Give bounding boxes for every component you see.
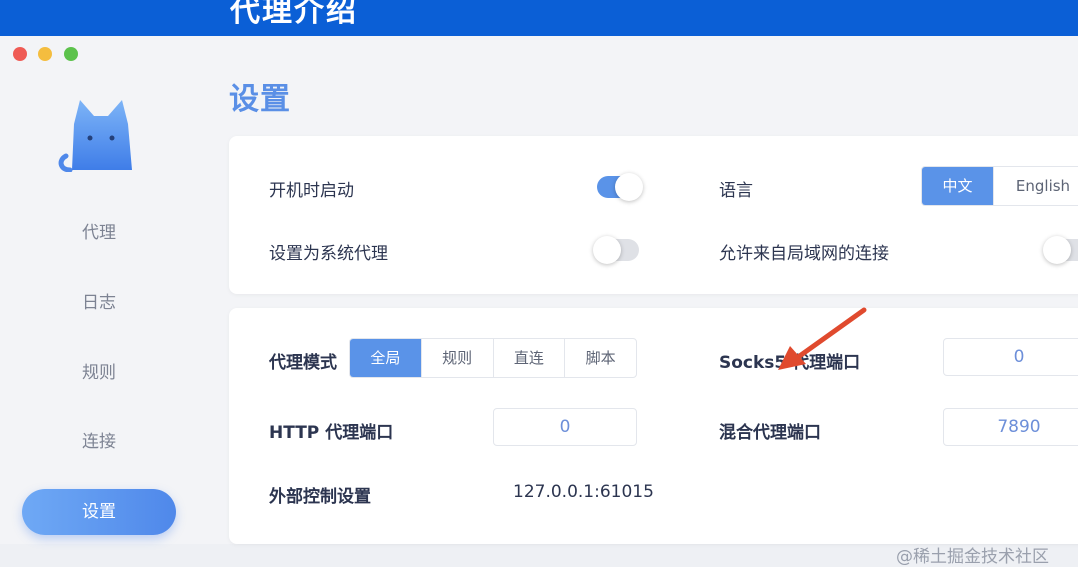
language-option-english[interactable]: English xyxy=(994,167,1078,205)
mixed-port-input[interactable]: 7890 xyxy=(943,408,1078,446)
proxy-mode-direct[interactable]: 直连 xyxy=(494,339,566,377)
language-selector: 中文 English xyxy=(921,166,1078,206)
toggle-knob xyxy=(593,236,621,264)
proxy-mode-selector: 全局 规则 直连 脚本 xyxy=(349,338,637,378)
page-title: 设置 xyxy=(229,82,291,117)
external-controller-label: 外部控制设置 xyxy=(269,487,371,507)
allow-lan-label: 允许来自局域网的连接 xyxy=(719,244,889,264)
toggle-knob xyxy=(1043,236,1071,264)
allow-lan-toggle[interactable] xyxy=(1043,236,1078,264)
top-banner: 代理介绍 xyxy=(0,0,1078,36)
proxy-settings-card: 代理模式 全局 规则 直连 脚本 Socks5 代理端口 0 HTTP 代理端口… xyxy=(229,308,1078,544)
cat-logo-icon xyxy=(58,100,132,172)
language-option-chinese[interactable]: 中文 xyxy=(922,167,994,205)
system-proxy-label: 设置为系统代理 xyxy=(269,244,388,264)
external-controller-value: 127.0.0.1:61015 xyxy=(513,482,654,502)
watermark: @稀土掘金技术社区 xyxy=(896,547,1049,567)
minimize-window-button[interactable] xyxy=(38,47,52,61)
language-label: 语言 xyxy=(719,181,753,201)
proxy-mode-rule[interactable]: 规则 xyxy=(422,339,494,377)
toggle-knob xyxy=(615,173,643,201)
red-arrow-icon xyxy=(778,307,867,370)
close-window-button[interactable] xyxy=(13,47,27,61)
http-port-input[interactable]: 0 xyxy=(493,408,637,446)
sidebar-item-settings[interactable]: 设置 xyxy=(22,489,176,535)
maximize-window-button[interactable] xyxy=(64,47,78,61)
sidebar-item-rules[interactable]: 规则 xyxy=(22,350,176,396)
banner-title: 代理介绍 xyxy=(230,0,358,29)
system-proxy-toggle[interactable] xyxy=(593,236,639,264)
mixed-port-label: 混合代理端口 xyxy=(719,423,821,443)
start-on-boot-label: 开机时启动 xyxy=(269,181,354,201)
sidebar-item-connections[interactable]: 连接 xyxy=(22,419,176,465)
http-port-label: HTTP 代理端口 xyxy=(269,423,394,443)
proxy-mode-label: 代理模式 xyxy=(269,353,337,373)
app-window: 代理 日志 规则 连接 设置 设置 开机时启动 设置为系统代理 语言 中文 En… xyxy=(0,36,1078,567)
sidebar-item-proxy[interactable]: 代理 xyxy=(22,210,176,256)
socks5-port-input[interactable]: 0 xyxy=(943,338,1078,376)
general-settings-card: 开机时启动 设置为系统代理 语言 中文 English 允许来自局域网的连接 xyxy=(229,136,1078,294)
sidebar-item-logs[interactable]: 日志 xyxy=(22,280,176,326)
start-on-boot-toggle[interactable] xyxy=(597,173,643,201)
proxy-mode-script[interactable]: 脚本 xyxy=(565,339,636,377)
proxy-mode-global[interactable]: 全局 xyxy=(350,339,422,377)
